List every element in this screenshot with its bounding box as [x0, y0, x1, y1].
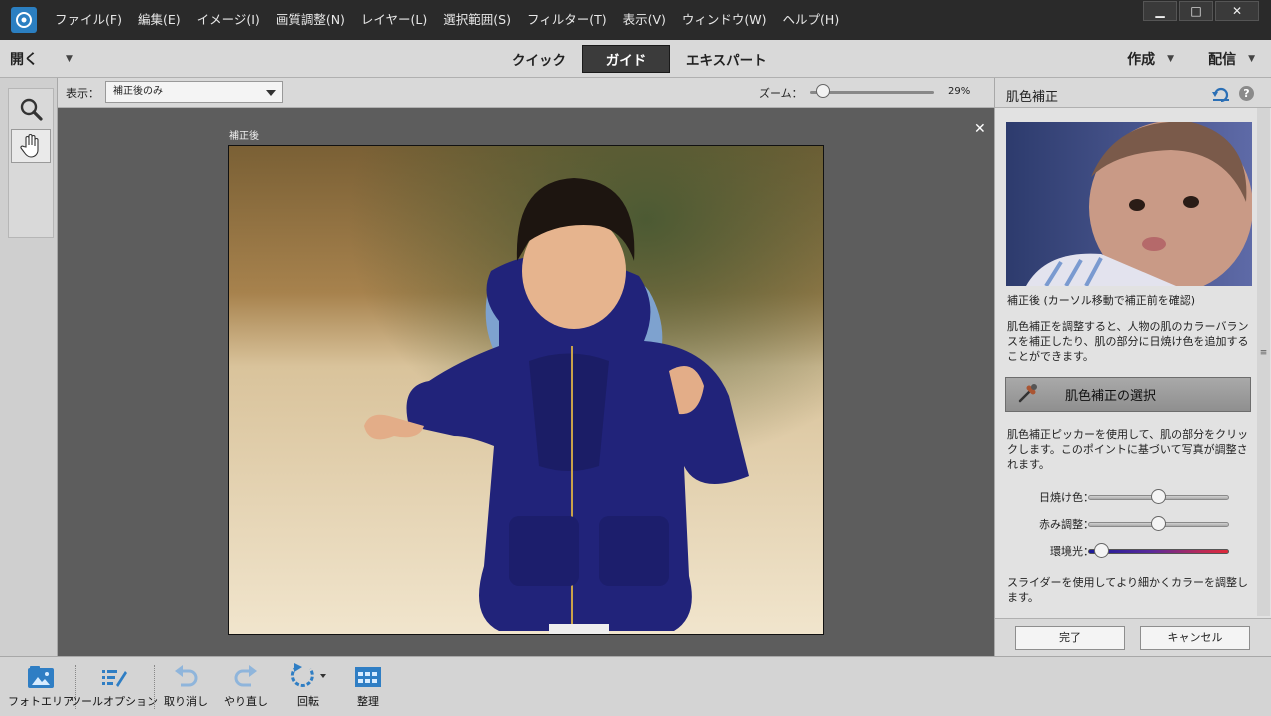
skin-tone-picker-button[interactable]: 肌色補正の選択 [1005, 377, 1251, 412]
organizer-button[interactable]: 整理 [342, 657, 394, 716]
menu-edit[interactable]: 編集(E) [130, 0, 189, 40]
create-button[interactable]: 作成 [1127, 49, 1155, 69]
panel-title: 肌色補正 [1006, 90, 1059, 105]
blush-slider[interactable]: 赤み調整： [995, 515, 1271, 533]
menu-help[interactable]: ヘルプ(H) [775, 0, 848, 40]
maximize-button[interactable]: □ [1179, 1, 1213, 21]
app-logo-icon[interactable] [11, 7, 37, 33]
ambient-light-slider[interactable]: 環境光： [995, 542, 1271, 560]
menu-select[interactable]: 選択範囲(S) [435, 0, 519, 40]
tan-slider-label: 日焼け色： [1039, 491, 1094, 504]
mode-tabs: クイック ガイド エキスパート [500, 45, 779, 73]
photo-image[interactable] [228, 145, 824, 635]
slider-note: スライダーを使用してより細かくカラーを調整します。 [1007, 576, 1249, 604]
preview-caption: 補正後 (カーソル移動で補正前を確認) [1007, 294, 1196, 307]
picker-description: 肌色補正ピッカーを使用して、肌の部分をクリックします。このポイントに基づいて写真… [1007, 428, 1249, 471]
menu-file[interactable]: ファイル(F) [47, 0, 130, 40]
toolbox [0, 78, 58, 656]
close-icon[interactable]: ✕ [974, 121, 986, 137]
menu-filter[interactable]: フィルター(T) [519, 0, 615, 40]
organizer-label: 整理 [357, 695, 379, 708]
tan-slider-knob[interactable] [1151, 489, 1166, 504]
photo-bin-button[interactable]: フォトエリア [8, 657, 74, 716]
cancel-button[interactable]: キャンセル [1140, 626, 1250, 650]
scrollbar-thumb[interactable]: ≡ [1259, 348, 1268, 364]
close-window-button[interactable]: ✕ [1215, 1, 1259, 21]
rotate-label: 回転 [297, 695, 319, 708]
open-dropdown-icon[interactable]: ▼ [66, 54, 73, 64]
redo-label: やり直し [224, 695, 268, 708]
rotate-button[interactable]: 回転 [282, 657, 334, 716]
tab-expert[interactable]: エキスパート [674, 45, 779, 73]
menu-image[interactable]: イメージ(I) [189, 0, 268, 40]
zoom-tool-icon[interactable] [11, 92, 51, 126]
help-icon[interactable]: ? [1239, 86, 1254, 101]
panel-footer: 完了 キャンセル [995, 618, 1271, 656]
view-select[interactable]: 補正後のみ [105, 81, 283, 103]
window-controls: ▁ □ ✕ [1143, 1, 1259, 21]
tan-slider[interactable]: 日焼け色： [995, 488, 1271, 506]
undo-button[interactable]: 取り消し [160, 657, 212, 716]
zoom-label: ズーム： [759, 87, 803, 100]
view-select-value: 補正後のみ [113, 86, 163, 97]
menu-enhance[interactable]: 画質調整(N) [268, 0, 353, 40]
share-dropdown-icon[interactable]: ▼ [1248, 54, 1255, 64]
eyedropper-icon [1017, 382, 1039, 407]
menu-window[interactable]: ウィンドウ(W) [674, 0, 775, 40]
done-button[interactable]: 完了 [1015, 626, 1125, 650]
panel-body: 補正後 (カーソル移動で補正前を確認) 肌色補正を調整すると、人物の肌のカラーバ… [995, 108, 1271, 618]
picker-button-label: 肌色補正の選択 [1065, 389, 1157, 404]
redo-button[interactable]: やり直し [220, 657, 272, 716]
tool-options-icon [100, 657, 128, 691]
menu-bar: ファイル(F) 編集(E) イメージ(I) 画質調整(N) レイヤー(L) 選択… [0, 0, 1271, 40]
open-menu-button[interactable]: 開く [10, 49, 38, 69]
ambient-light-slider-track[interactable] [1088, 549, 1229, 554]
panel-description: 肌色補正を調整すると、人物の肌のカラーバランスを補正したり、肌の部分に日焼け色を… [1007, 320, 1249, 363]
blush-slider-label: 赤み調整： [1039, 518, 1094, 531]
preview-image[interactable] [1006, 122, 1252, 286]
view-label: 表示： [66, 87, 99, 100]
reset-icon[interactable] [1212, 86, 1230, 105]
tab-quick[interactable]: クイック [500, 45, 578, 73]
canvas-caption: 補正後 [229, 131, 259, 142]
ambient-light-slider-knob[interactable] [1094, 543, 1110, 558]
chevron-down-icon [266, 90, 276, 96]
minimize-button[interactable]: ▁ [1143, 1, 1177, 21]
photo-bin-icon [27, 657, 55, 691]
tool-group [8, 88, 54, 238]
panel-scrollbar[interactable]: ≡ [1257, 108, 1270, 616]
tab-guided[interactable]: ガイド [582, 45, 670, 73]
guided-edit-panel: 肌色補正 ? 補正後 (カーソル移動で補正前を確認) 肌色補正を調整すると、人物… [994, 78, 1271, 656]
tool-options-button[interactable]: ツールオプション [70, 657, 158, 716]
undo-icon [173, 657, 199, 691]
separator [154, 665, 155, 709]
view-options-bar: 表示： 補正後のみ ズーム： 29% [58, 78, 994, 108]
undo-label: 取り消し [164, 695, 208, 708]
zoom-value: 29% [948, 86, 971, 97]
hand-tool-icon[interactable] [11, 129, 51, 163]
redo-icon [233, 657, 259, 691]
photo-bin-label: フォトエリア [8, 695, 74, 708]
zoom-slider-knob[interactable] [815, 84, 830, 98]
menu-view[interactable]: 表示(V) [615, 0, 674, 40]
rotate-icon [288, 657, 328, 691]
tool-options-label: ツールオプション [70, 695, 158, 708]
menu-layer[interactable]: レイヤー(L) [353, 0, 435, 40]
blush-slider-knob[interactable] [1151, 516, 1166, 531]
mode-bar: 開く ▼ クイック ガイド エキスパート 作成 ▼ 配信 ▼ [0, 40, 1271, 78]
organizer-icon [354, 657, 382, 691]
share-button[interactable]: 配信 [1208, 49, 1236, 69]
panel-header: 肌色補正 ? [995, 78, 1271, 108]
bottom-taskbar: フォトエリア ツールオプション 取り消し やり直し 回転 整理 [0, 656, 1271, 716]
create-dropdown-icon[interactable]: ▼ [1167, 54, 1174, 64]
canvas-area: 補正後 ✕ [58, 108, 994, 656]
